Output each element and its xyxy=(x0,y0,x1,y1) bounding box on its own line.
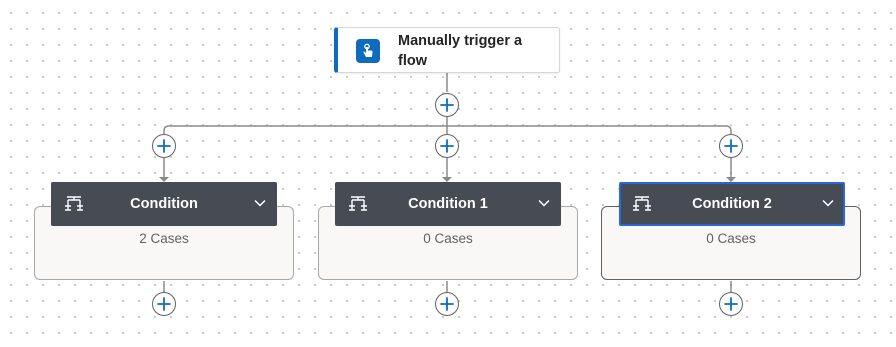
condition-title: Condition xyxy=(130,196,198,212)
trigger-title: Manually trigger a flow xyxy=(398,33,523,69)
add-step-button[interactable] xyxy=(435,93,459,117)
add-step-button[interactable] xyxy=(435,134,459,158)
chevron-down-icon[interactable] xyxy=(538,199,550,207)
touch-hand-icon xyxy=(356,39,380,63)
add-step-button[interactable] xyxy=(152,292,176,316)
trigger-card[interactable]: Manually trigger a flow xyxy=(334,27,560,73)
add-step-button[interactable] xyxy=(719,134,743,158)
add-step-button[interactable] xyxy=(719,292,743,316)
plus-icon xyxy=(724,139,738,153)
chevron-down-icon[interactable] xyxy=(254,199,266,207)
plus-icon xyxy=(440,98,454,112)
condition-header[interactable]: Condition xyxy=(51,182,277,226)
condition-cases-count: 2 Cases xyxy=(139,231,189,246)
plus-icon xyxy=(440,297,454,311)
plus-icon xyxy=(440,139,454,153)
plus-icon xyxy=(157,297,171,311)
condition-title: Condition 2 xyxy=(692,196,772,212)
add-step-button[interactable] xyxy=(152,134,176,158)
condition-header[interactable]: Condition 1 xyxy=(335,182,561,226)
plus-icon xyxy=(157,139,171,153)
condition-title: Condition 1 xyxy=(408,196,488,212)
condition-header[interactable]: Condition 2 xyxy=(619,182,845,226)
plus-icon xyxy=(724,297,738,311)
condition-cases-count: 0 Cases xyxy=(706,231,756,246)
chevron-down-icon[interactable] xyxy=(822,199,834,207)
add-step-button[interactable] xyxy=(435,292,459,316)
condition-cases-count: 0 Cases xyxy=(423,231,473,246)
